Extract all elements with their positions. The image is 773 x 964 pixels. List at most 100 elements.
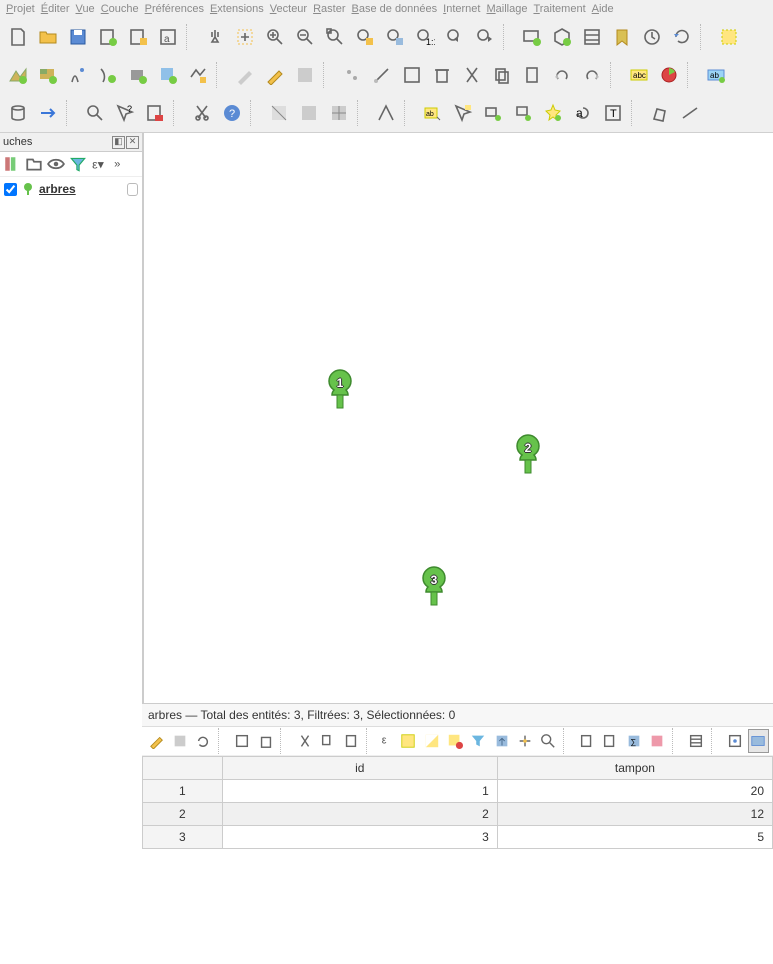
filter2-icon[interactable] (468, 729, 489, 753)
table-row[interactable]: 1120 (143, 780, 773, 803)
zoom-full-icon[interactable] (321, 23, 349, 51)
row-header[interactable]: 3 (143, 826, 223, 849)
new-shapefile-icon[interactable] (64, 61, 92, 89)
redo-icon[interactable] (578, 61, 606, 89)
menu-vecteur[interactable]: Vecteur (270, 3, 307, 15)
menu-maillage[interactable]: Maillage (486, 3, 527, 15)
menu-extensions[interactable]: Extensions (210, 3, 264, 15)
zoom-native-icon[interactable]: 1:1 (411, 23, 439, 51)
show-pinned-icon[interactable] (479, 99, 507, 127)
style-icon[interactable] (3, 155, 21, 173)
identify-icon[interactable]: ? (111, 99, 139, 127)
attribute-table[interactable]: id tampon 11202212335 (142, 756, 773, 849)
copy2-icon[interactable] (317, 729, 338, 753)
row-header[interactable]: 2 (143, 803, 223, 826)
map-feature-tree-2[interactable]: 2 (512, 433, 544, 475)
del-field-icon[interactable] (600, 729, 621, 753)
layer-checkbox[interactable] (4, 183, 17, 196)
edit-pencil-icon[interactable] (146, 729, 167, 753)
new-3d-view-icon[interactable] (548, 23, 576, 51)
new-map-view-icon[interactable] (518, 23, 546, 51)
label-abc-icon[interactable]: abc (625, 61, 653, 89)
label-toolbar-icon[interactable]: ab (419, 99, 447, 127)
conditional-icon[interactable] (646, 729, 667, 753)
text-tool-icon[interactable]: T (599, 99, 627, 127)
paste-icon[interactable] (518, 61, 546, 89)
new-project-icon[interactable] (4, 23, 32, 51)
zoom-last-icon[interactable] (441, 23, 469, 51)
cell-tampon[interactable]: 20 (497, 780, 772, 803)
raster-calc-icon[interactable] (295, 99, 323, 127)
table-corner[interactable] (143, 757, 223, 780)
db-icon[interactable] (4, 99, 32, 127)
invert-sel-icon[interactable] (421, 729, 442, 753)
cut3-icon[interactable] (294, 729, 315, 753)
cut2-icon[interactable] (188, 99, 216, 127)
refresh-icon[interactable] (668, 23, 696, 51)
georef-icon[interactable] (265, 99, 293, 127)
move-top-icon[interactable] (491, 729, 512, 753)
col-id[interactable]: id (222, 757, 497, 780)
save-icon[interactable] (64, 23, 92, 51)
reload-icon[interactable] (193, 729, 214, 753)
trace-icon[interactable] (372, 99, 400, 127)
menu-traitement[interactable]: Traitement (533, 3, 585, 15)
map-feature-tree-1[interactable]: 1 (324, 368, 356, 410)
menubar[interactable]: ProjetÉditerVueCouchePréférencesExtensio… (0, 0, 773, 18)
arrow-icon[interactable] (34, 99, 62, 127)
toggle-edit-icon[interactable] (261, 61, 289, 89)
pan-icon[interactable] (201, 23, 229, 51)
delete-selected-icon[interactable] (428, 61, 456, 89)
add-raster-icon[interactable] (34, 61, 62, 89)
align-raster-icon[interactable] (325, 99, 353, 127)
new-spatialite-icon[interactable] (94, 61, 122, 89)
panel-close-icon[interactable]: ✕ (126, 136, 139, 149)
form-view-icon[interactable] (685, 729, 706, 753)
paste2-icon[interactable] (341, 729, 362, 753)
star-icon[interactable] (539, 99, 567, 127)
new-virtual-icon[interactable] (154, 61, 182, 89)
filter-icon[interactable] (69, 155, 87, 173)
actions-icon[interactable] (748, 729, 769, 753)
menu-aide[interactable]: Aide (592, 3, 614, 15)
row-header[interactable]: 1 (143, 780, 223, 803)
expression-icon[interactable]: ε▾ (91, 155, 109, 173)
temporal-icon[interactable] (638, 23, 666, 51)
zoom-tool-icon[interactable] (81, 99, 109, 127)
map-feature-tree-3[interactable]: 3 (418, 565, 450, 607)
cell-tampon[interactable]: 12 (497, 803, 772, 826)
label-tool-icon[interactable]: ab (702, 61, 730, 89)
cell-tampon[interactable]: 5 (497, 826, 772, 849)
add-feature-icon[interactable] (338, 61, 366, 89)
new-field-icon[interactable] (577, 729, 598, 753)
cell-id[interactable]: 3 (222, 826, 497, 849)
export-pdf-icon[interactable] (141, 99, 169, 127)
cell-id[interactable]: 1 (222, 780, 497, 803)
add-vector-icon[interactable] (4, 61, 32, 89)
diagram-icon[interactable] (655, 61, 683, 89)
node-tool-icon[interactable] (398, 61, 426, 89)
polygon-tool-icon[interactable] (646, 99, 674, 127)
delete-feature-icon[interactable] (255, 729, 276, 753)
zoom-next-icon[interactable] (471, 23, 499, 51)
zoom-layer-icon[interactable] (381, 23, 409, 51)
current-edits-icon[interactable] (231, 61, 259, 89)
style-manager-icon[interactable]: a (154, 23, 182, 51)
table-row[interactable]: 2212 (143, 803, 773, 826)
dock-icon[interactable] (725, 729, 746, 753)
rotate-label-icon[interactable]: a (569, 99, 597, 127)
zoom-selection-icon[interactable] (351, 23, 379, 51)
visibility-icon[interactable] (47, 155, 65, 173)
show-summary-icon[interactable] (578, 23, 606, 51)
zoom-out-icon[interactable] (291, 23, 319, 51)
menu-raster[interactable]: Raster (313, 3, 345, 15)
open-project-icon[interactable] (34, 23, 62, 51)
layout-manager-icon[interactable] (124, 23, 152, 51)
menu-couche[interactable]: Couche (101, 3, 139, 15)
add-feature2-icon[interactable] (232, 729, 253, 753)
pin-label-icon[interactable] (449, 99, 477, 127)
zoom-to-icon[interactable] (537, 729, 558, 753)
more-icon[interactable]: » (113, 155, 131, 173)
menu-internet[interactable]: Internet (443, 3, 480, 15)
deselect-icon[interactable] (444, 729, 465, 753)
